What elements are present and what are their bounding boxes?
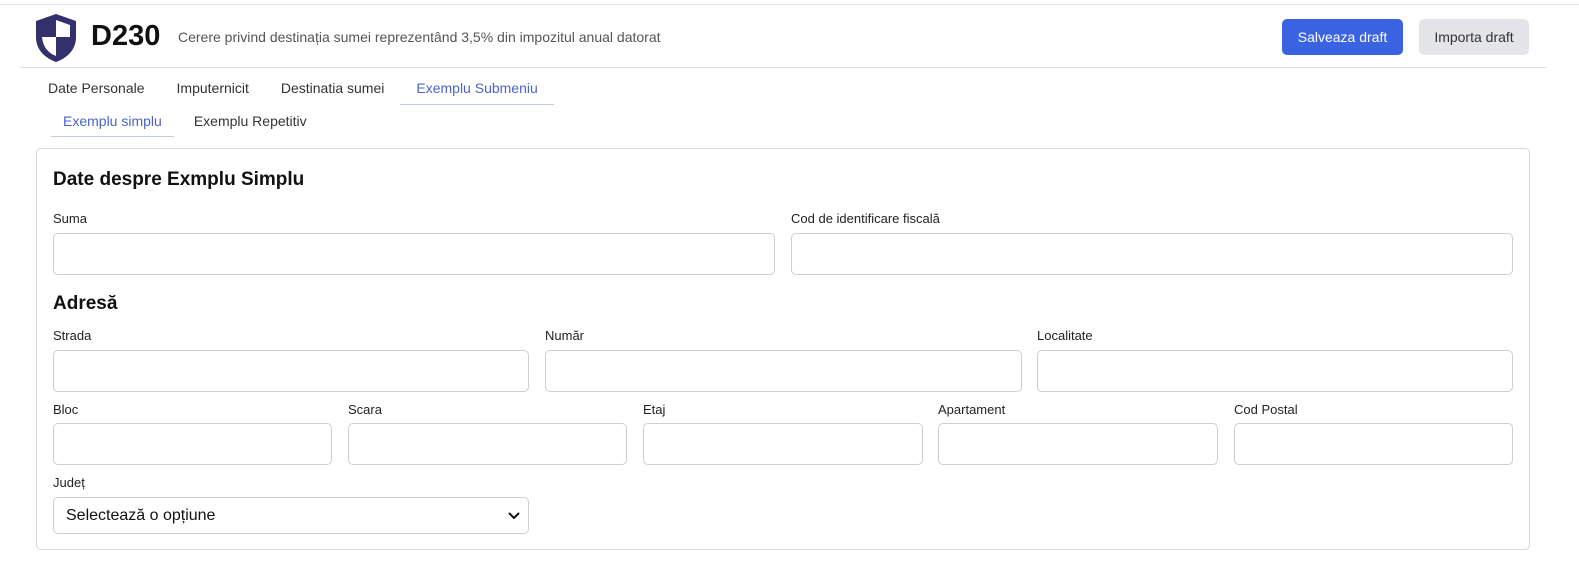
- etaj-input[interactable]: [643, 423, 923, 465]
- save-draft-button[interactable]: Salveaza draft: [1282, 19, 1403, 55]
- shield-icon: [36, 14, 76, 62]
- suma-label: Suma: [53, 211, 87, 226]
- scara-input[interactable]: [348, 423, 627, 465]
- suma-input[interactable]: [53, 233, 775, 275]
- main-tabs: Date Personale Imputernicit Destinatia s…: [32, 72, 554, 105]
- sub-tabs: Exemplu simplu Exemplu Repetitiv: [51, 105, 327, 138]
- cif-label: Cod de identificare fiscală: [791, 211, 940, 226]
- chevron-down-icon: [508, 512, 520, 519]
- numar-label: Număr: [545, 328, 585, 343]
- numar-input[interactable]: [545, 350, 1022, 392]
- tab-destinatia-sumei[interactable]: Destinatia sumei: [265, 72, 401, 105]
- localitate-label: Localitate: [1037, 328, 1093, 343]
- address-title: Adresă: [53, 293, 118, 314]
- judet-label: Județ: [53, 475, 85, 490]
- apartament-input[interactable]: [938, 423, 1218, 465]
- cod-postal-label: Cod Postal: [1234, 402, 1298, 417]
- cod-postal-input[interactable]: [1234, 423, 1513, 465]
- apartament-label: Apartament: [938, 402, 1006, 417]
- scara-label: Scara: [348, 402, 382, 417]
- section-title: Date despre Exmplu Simplu: [53, 169, 305, 190]
- strada-input[interactable]: [53, 350, 529, 392]
- form-panel: Date despre Exmplu Simplu Suma Cod de id…: [36, 148, 1530, 550]
- import-draft-button[interactable]: Importa draft: [1419, 19, 1529, 55]
- app-header: D230 Cerere privind destinația sumei rep…: [20, 5, 1546, 68]
- form-subtitle: Cerere privind destinația sumei reprezen…: [178, 29, 661, 45]
- bloc-input[interactable]: [53, 423, 332, 465]
- etaj-label: Etaj: [643, 402, 666, 417]
- strada-label: Strada: [53, 328, 92, 343]
- subtab-exemplu-simplu[interactable]: Exemplu simplu: [51, 105, 174, 137]
- localitate-input[interactable]: [1037, 350, 1513, 392]
- cif-input[interactable]: [791, 233, 1513, 275]
- tab-exemplu-submeniu[interactable]: Exemplu Submeniu: [400, 72, 554, 105]
- form-code: D230: [91, 20, 161, 52]
- bloc-label: Bloc: [53, 402, 79, 417]
- tab-date-personale[interactable]: Date Personale: [32, 72, 161, 105]
- tab-imputernicit[interactable]: Imputernicit: [161, 72, 265, 105]
- judet-selected-value: Selectează o opțiune: [66, 506, 216, 524]
- judet-select[interactable]: Selectează o opțiune: [53, 497, 529, 534]
- subtab-exemplu-repetitiv[interactable]: Exemplu Repetitiv: [182, 105, 319, 137]
